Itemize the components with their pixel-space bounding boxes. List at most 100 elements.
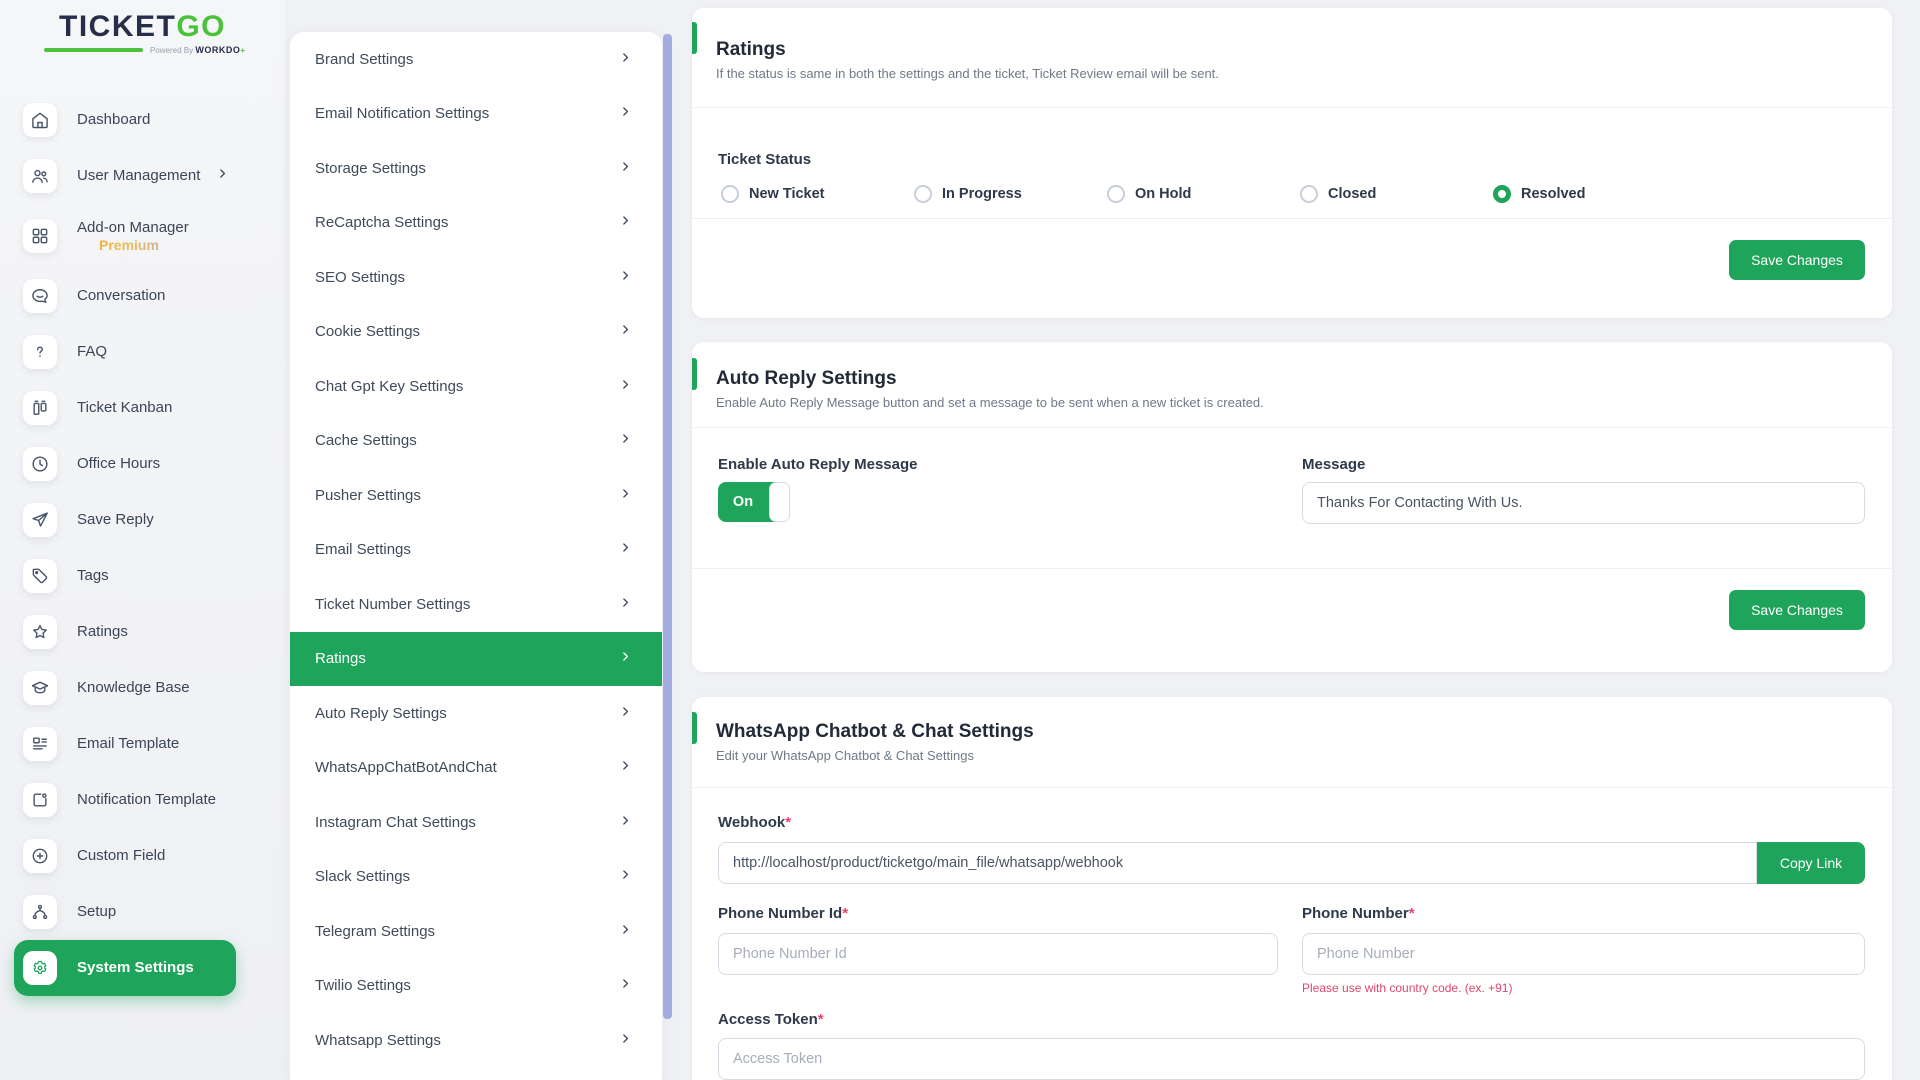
settings-menu-item-email-notification-settings[interactable]: Email Notification Settings: [290, 87, 662, 142]
chevron-right-icon: [619, 596, 632, 613]
auto-reply-toggle[interactable]: On: [718, 482, 790, 522]
phone-number-input[interactable]: [1302, 933, 1865, 975]
settings-menu-item-label: Instagram Chat Settings: [315, 814, 476, 831]
settings-menu-item-storage-settings[interactable]: Storage Settings: [290, 141, 662, 196]
divider: [692, 427, 1892, 428]
required-asterisk: *: [842, 905, 848, 922]
settings-menu-item-cookie-settings[interactable]: Cookie Settings: [290, 305, 662, 360]
sidebar-item-faq[interactable]: FAQ: [0, 324, 285, 380]
logo-wordmark: TICKETGO: [0, 10, 285, 44]
gear-icon: [23, 951, 57, 985]
settings-menu-item-slack-settings[interactable]: Slack Settings: [290, 850, 662, 905]
export-icon: [23, 783, 57, 817]
enable-auto-reply-label: Enable Auto Reply Message: [718, 456, 918, 473]
copy-link-button[interactable]: Copy Link: [1757, 842, 1865, 884]
layout-icon: [23, 727, 57, 761]
settings-menu-item-instagram-chat-settings[interactable]: Instagram Chat Settings: [290, 795, 662, 850]
sidebar-item-office-hours[interactable]: Office Hours: [0, 436, 285, 492]
radio-on-hold[interactable]: On Hold: [1107, 185, 1300, 203]
sidebar-item-tags[interactable]: Tags: [0, 548, 285, 604]
radio-circle[interactable]: [914, 185, 932, 203]
settings-menu-item-label: Ticket Number Settings: [315, 596, 470, 613]
required-asterisk: *: [1409, 905, 1415, 922]
save-changes-button[interactable]: Save Changes: [1729, 590, 1865, 630]
settings-menu-item-twilio-settings[interactable]: Twilio Settings: [290, 959, 662, 1014]
radio-closed[interactable]: Closed: [1300, 185, 1493, 203]
settings-menu-item-cache-settings[interactable]: Cache Settings: [290, 414, 662, 469]
settings-menu-item-label: Chat Gpt Key Settings: [315, 378, 463, 395]
settings-menu-item-label: Storage Settings: [315, 160, 426, 177]
settings-menu-item-label: Email Notification Settings: [315, 105, 489, 122]
webhook-input[interactable]: [718, 842, 1757, 884]
settings-menu-scrollbar[interactable]: [663, 32, 672, 1080]
settings-menu-item-email-settings[interactable]: Email Settings: [290, 523, 662, 578]
settings-menu-item-whatsapp-settings[interactable]: Whatsapp Settings: [290, 1013, 662, 1068]
settings-menu-panel: Brand Settings Email Notification Settin…: [290, 32, 662, 1080]
settings-menu-item-label: Cache Settings: [315, 432, 417, 449]
logo[interactable]: TICKETGO Powered By WORKDO+: [0, 10, 285, 55]
sidebar-item-custom-field[interactable]: Custom Field: [0, 828, 285, 884]
settings-menu-item-auto-reply-settings[interactable]: Auto Reply Settings: [290, 686, 662, 741]
access-token-label: Access Token*: [718, 1011, 824, 1028]
sidebar-item-system-settings[interactable]: System Settings: [14, 940, 236, 996]
send-icon: [23, 503, 57, 537]
sidebar-item-label: Setup: [77, 903, 116, 920]
radio-circle[interactable]: [721, 185, 739, 203]
radio-resolved[interactable]: Resolved: [1493, 185, 1686, 203]
settings-menu-item-pusher-settings[interactable]: Pusher Settings: [290, 468, 662, 523]
card-accent-bar: [692, 712, 697, 744]
radio-circle[interactable]: [1107, 185, 1125, 203]
sidebar-item-setup[interactable]: Setup: [0, 884, 285, 940]
radio-circle-checked[interactable]: [1493, 185, 1511, 203]
chevron-right-icon: [619, 759, 632, 776]
chevron-right-icon: [619, 923, 632, 940]
sidebar-item-label: FAQ: [77, 343, 107, 360]
divider: [692, 568, 1892, 569]
sidebar-item-save-reply[interactable]: Save Reply: [0, 492, 285, 548]
settings-menu-item-brand-settings[interactable]: Brand Settings: [290, 32, 662, 87]
whatsapp-card-title: WhatsApp Chatbot & Chat Settings: [716, 721, 1034, 743]
star-icon: [23, 615, 57, 649]
chevron-right-icon: [619, 1032, 632, 1049]
settings-menu-item-whatsapp-chatbot-and-chat[interactable]: WhatsAppChatBotAndChat: [290, 741, 662, 796]
scrollbar-thumb[interactable]: [663, 34, 672, 1019]
chat-icon: [23, 279, 57, 313]
settings-menu-item-telegram-settings[interactable]: Telegram Settings: [290, 904, 662, 959]
save-changes-button[interactable]: Save Changes: [1729, 240, 1865, 280]
chevron-right-icon: [619, 160, 632, 177]
question-icon: [23, 335, 57, 369]
message-input[interactable]: [1302, 482, 1865, 524]
sidebar-item-label: Conversation: [77, 287, 165, 304]
sidebar-item-ticket-kanban[interactable]: Ticket Kanban: [0, 380, 285, 436]
sidebar-item-conversation[interactable]: Conversation: [0, 268, 285, 324]
settings-menu-item-ratings[interactable]: Ratings: [290, 632, 662, 687]
sidebar-item-notification-template[interactable]: Notification Template: [0, 772, 285, 828]
ratings-card: Ratings If the status is same in both th…: [692, 8, 1892, 318]
sidebar-item-label: Notification Template: [77, 791, 216, 808]
sidebar-item-knowledge-base[interactable]: Knowledge Base: [0, 660, 285, 716]
app-sidebar: TICKETGO Powered By WORKDO+ Dashboard Us…: [0, 0, 285, 1080]
message-label: Message: [1302, 456, 1365, 473]
sidebar-item-user-management[interactable]: User Management: [0, 148, 285, 204]
access-token-input[interactable]: [718, 1038, 1865, 1080]
sidebar-item-label: Knowledge Base: [77, 679, 190, 696]
toggle-knob[interactable]: [769, 482, 790, 522]
chevron-right-icon: [619, 650, 632, 667]
sidebar-item-addon-manager[interactable]: Add-on Manager Premium: [0, 204, 285, 268]
settings-menu-item-ticket-number-settings[interactable]: Ticket Number Settings: [290, 577, 662, 632]
radio-in-progress[interactable]: In Progress: [914, 185, 1107, 203]
sidebar-item-dashboard[interactable]: Dashboard: [0, 92, 285, 148]
settings-menu-item-label: Slack Settings: [315, 868, 410, 885]
settings-menu-item-chat-gpt-key-settings[interactable]: Chat Gpt Key Settings: [290, 359, 662, 414]
sidebar-item-ratings[interactable]: Ratings: [0, 604, 285, 660]
radio-new-ticket[interactable]: New Ticket: [721, 185, 914, 203]
chevron-right-icon: [619, 814, 632, 831]
phone-number-id-input[interactable]: [718, 933, 1278, 975]
settings-menu-item-seo-settings[interactable]: SEO Settings: [290, 250, 662, 305]
settings-menu-item-recaptcha-settings[interactable]: ReCaptcha Settings: [290, 196, 662, 251]
chevron-right-icon: [619, 868, 632, 885]
divider: [692, 107, 1892, 108]
required-asterisk: *: [785, 814, 791, 831]
radio-circle[interactable]: [1300, 185, 1318, 203]
sidebar-item-email-template[interactable]: Email Template: [0, 716, 285, 772]
